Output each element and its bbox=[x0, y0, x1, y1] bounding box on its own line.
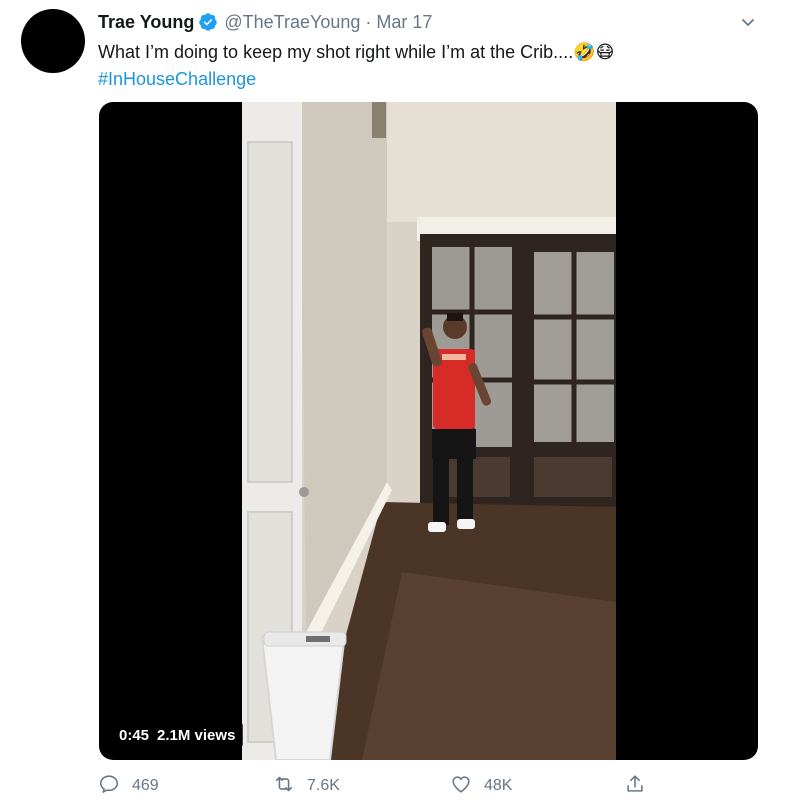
rofl-emoji-icon: 🤣 bbox=[573, 42, 596, 63]
share-button[interactable] bbox=[624, 770, 646, 802]
video-overlay: 0:45 2.1M views bbox=[111, 722, 244, 748]
avatar[interactable] bbox=[21, 9, 85, 73]
like-count: 48K bbox=[484, 777, 513, 794]
tweet-header: Trae Young @TheTraeYoung · Mar 17 bbox=[98, 10, 432, 34]
video-player[interactable] bbox=[99, 102, 758, 760]
separator-dot: · bbox=[365, 11, 372, 32]
chevron-down-icon[interactable] bbox=[738, 12, 758, 32]
like-icon bbox=[450, 773, 472, 800]
tweet-actions: 469 7.6K 48K bbox=[98, 770, 758, 802]
retweet-icon bbox=[273, 773, 295, 800]
video-frame bbox=[242, 102, 616, 760]
display-name[interactable]: Trae Young bbox=[98, 12, 194, 33]
video-thumbnail bbox=[242, 102, 616, 760]
retweet-button[interactable]: 7.6K bbox=[273, 770, 340, 802]
tweet-text-line: What I’m doing to keep my shot right whi… bbox=[98, 39, 738, 66]
retweet-count: 7.6K bbox=[307, 777, 340, 794]
verified-badge-icon bbox=[198, 12, 218, 32]
tweet-date[interactable]: Mar 17 bbox=[376, 12, 432, 33]
handle[interactable]: @TheTraeYoung bbox=[224, 12, 360, 33]
hashtag-link[interactable]: #InHouseChallenge bbox=[98, 66, 738, 92]
share-icon bbox=[624, 773, 646, 800]
tweet-text: What I’m doing to keep my shot right whi… bbox=[98, 39, 738, 92]
like-button[interactable]: 48K bbox=[450, 770, 512, 802]
mask-emoji-icon: 😷 bbox=[595, 42, 615, 63]
reply-count: 469 bbox=[132, 777, 159, 794]
tweet-body: What I’m doing to keep my shot right whi… bbox=[98, 42, 574, 62]
tweet: Trae Young @TheTraeYoung · Mar 17 What I… bbox=[0, 0, 800, 807]
video-views: 2.1M views bbox=[157, 726, 236, 744]
video-duration: 0:45 bbox=[119, 726, 150, 744]
reply-button[interactable]: 469 bbox=[98, 770, 159, 802]
reply-icon bbox=[98, 773, 120, 800]
